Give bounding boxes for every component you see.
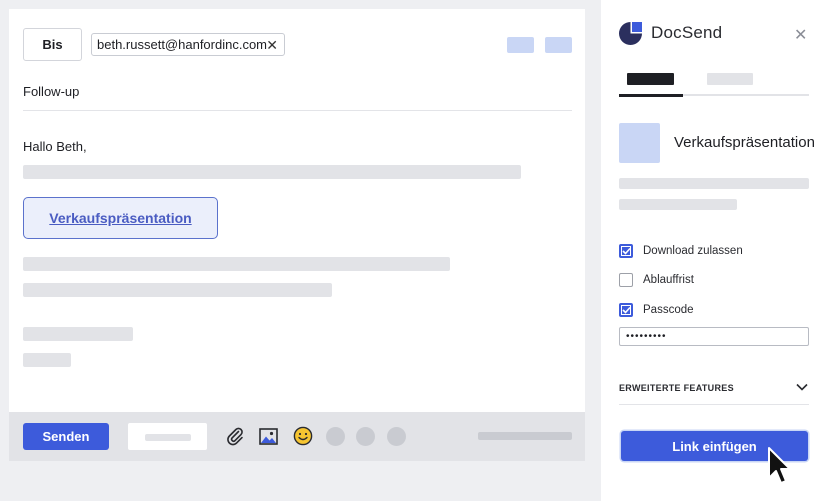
checkbox-checked-icon[interactable] [619,244,633,258]
tab-active[interactable] [627,73,674,85]
option-passcode[interactable]: Passcode [619,303,694,317]
checkbox-checked-icon[interactable] [619,303,633,317]
option-expiry[interactable]: Ablauffrist [619,273,694,287]
option-label: Passcode [643,304,694,316]
tab-active-indicator [619,94,683,97]
emoji-icon[interactable] [292,425,314,447]
option-label: Ablauffrist [643,274,694,286]
formatting-dropdown[interactable] [128,423,207,450]
body-line-placeholder [23,283,332,297]
signature-placeholder [23,353,71,367]
tab-inactive[interactable] [707,73,753,85]
to-button[interactable]: Bis [23,28,82,61]
document-info-placeholder [619,178,809,189]
body-line-placeholder [23,257,450,271]
body-line-placeholder [23,165,521,179]
brand-name: DocSend [651,23,723,42]
toolbar-option-circle[interactable] [326,427,345,446]
mouse-cursor-icon [768,447,791,484]
recipient-chip[interactable]: beth.russett@hanfordinc.com ✕ [91,33,285,56]
toolbar-option-circle[interactable] [356,427,375,446]
toolbar-placeholder [478,432,572,440]
subject-divider [23,110,572,111]
advanced-divider [619,404,809,405]
send-button[interactable]: Senden [23,423,109,450]
advanced-features-toggle[interactable]: ERWEITERTE FEATURES [619,383,734,393]
paperclip-icon[interactable] [224,425,246,447]
bcc-button[interactable] [545,37,572,53]
subject-field[interactable]: Follow-up [23,84,79,99]
option-label: Download zulassen [643,245,743,257]
checkbox-unchecked-icon[interactable] [619,273,633,287]
document-title: Verkaufspräsentation [674,134,815,151]
chevron-down-icon[interactable] [796,383,808,391]
compose-toolbar: Senden [9,412,585,461]
docsend-logo-icon [619,22,642,45]
signature-placeholder [23,327,133,341]
docsend-link[interactable]: Verkaufspräsentation [23,197,218,239]
option-download[interactable]: Download zulassen [619,244,743,258]
docsend-panel: DocSend ✕ Verkaufspräsentation Download … [601,0,828,501]
document-thumbnail [619,123,660,163]
email-greeting: Hallo Beth, [23,139,87,154]
toolbar-option-circle[interactable] [387,427,406,446]
image-icon[interactable] [257,425,279,447]
email-compose: Bis beth.russett@hanfordinc.com ✕ Follow… [9,9,585,461]
recipient-email: beth.russett@hanfordinc.com [97,37,268,52]
passcode-input[interactable]: ••••••••• [619,327,809,346]
remove-recipient-icon[interactable]: ✕ [266,38,278,52]
document-info-placeholder [619,199,737,210]
cc-button[interactable] [507,37,534,53]
close-icon[interactable]: ✕ [794,25,807,45]
